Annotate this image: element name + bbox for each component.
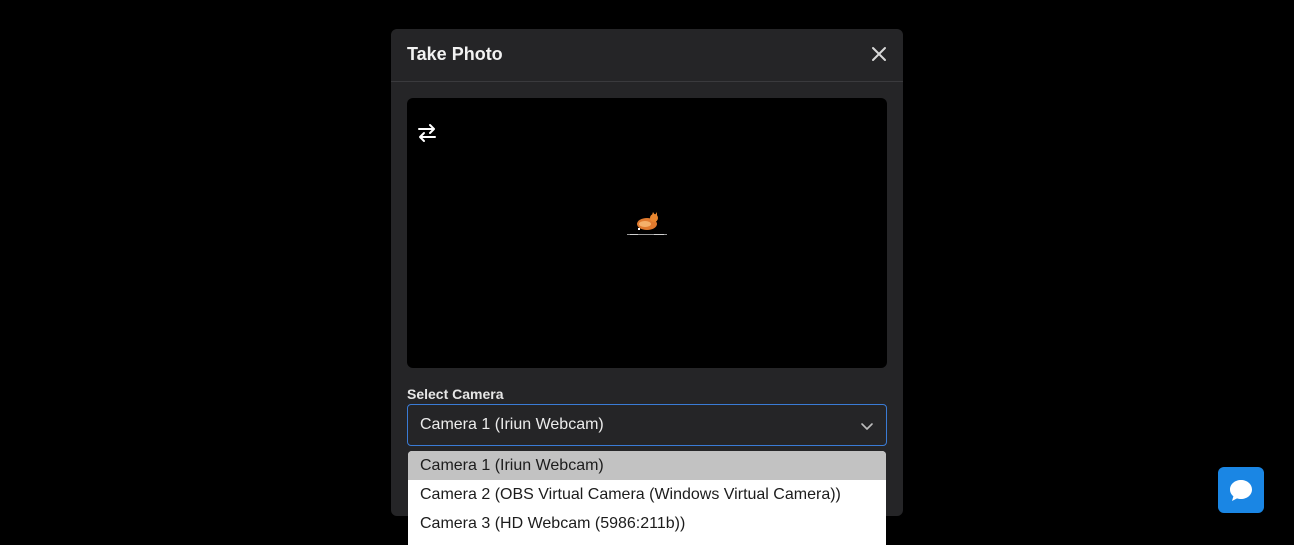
close-icon — [872, 47, 886, 61]
select-camera-label: Select Camera — [407, 386, 504, 402]
camera-option[interactable]: Camera 3 (HD Webcam (5986:211b)) — [408, 509, 886, 538]
dialog-header: Take Photo — [391, 29, 903, 82]
take-photo-dialog: Take Photo Select Camera Camera 1 (Iriun… — [391, 29, 903, 516]
switch-camera-button[interactable] — [416, 122, 438, 144]
close-button[interactable] — [869, 44, 889, 64]
camera-option[interactable]: Camera 2 (OBS Virtual Camera (Windows Vi… — [408, 480, 886, 509]
camera-option[interactable]: Camera 1 (Iriun Webcam) — [408, 451, 886, 480]
camera-preview — [407, 98, 887, 368]
camera-select[interactable]: Camera 1 (Iriun Webcam) — [407, 404, 887, 446]
switch-camera-icon — [418, 124, 436, 142]
camera-select-value: Camera 1 (Iriun Webcam) — [420, 416, 604, 433]
iriun-logo-icon — [624, 208, 670, 240]
chat-icon — [1230, 480, 1252, 501]
chevron-down-icon — [861, 423, 873, 430]
camera-dropdown-list: Camera 1 (Iriun Webcam) Camera 2 (OBS Vi… — [408, 451, 886, 545]
chat-button[interactable] — [1218, 467, 1264, 513]
dialog-title: Take Photo — [407, 44, 503, 64]
